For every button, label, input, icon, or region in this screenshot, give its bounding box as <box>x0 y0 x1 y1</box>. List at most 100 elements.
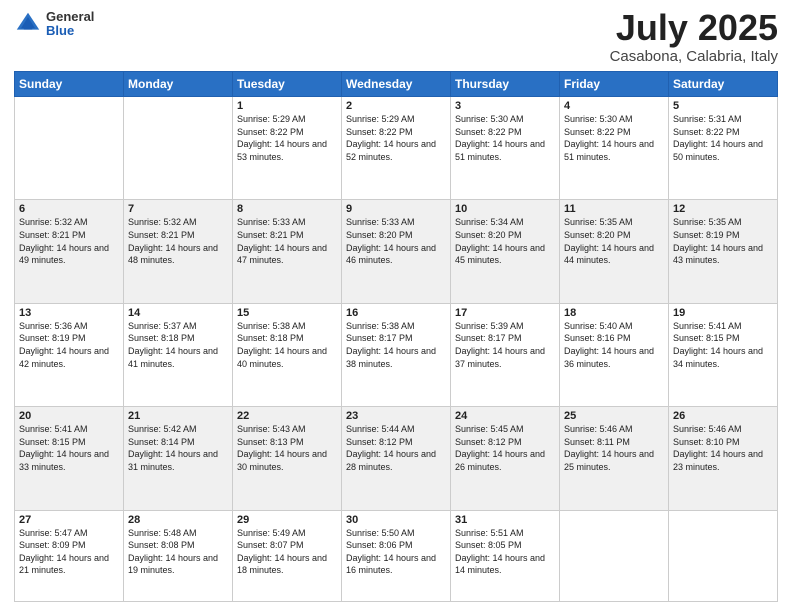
daylight-text: Daylight: 14 hours and 23 minutes. <box>673 449 763 472</box>
sunrise-text: Sunrise: 5:35 AM <box>564 217 633 227</box>
sunrise-text: Sunrise: 5:35 AM <box>673 217 742 227</box>
sunrise-text: Sunrise: 5:29 AM <box>346 114 415 124</box>
day-number: 18 <box>564 307 664 319</box>
daylight-text: Daylight: 14 hours and 53 minutes. <box>237 139 327 162</box>
daylight-text: Daylight: 14 hours and 33 minutes. <box>19 449 109 472</box>
table-row: 7 Sunrise: 5:32 AM Sunset: 8:21 PM Dayli… <box>124 200 233 303</box>
table-row: 2 Sunrise: 5:29 AM Sunset: 8:22 PM Dayli… <box>342 97 451 200</box>
table-row: 21 Sunrise: 5:42 AM Sunset: 8:14 PM Dayl… <box>124 407 233 510</box>
title-block: July 2025 Casabona, Calabria, Italy <box>610 10 778 65</box>
table-row: 23 Sunrise: 5:44 AM Sunset: 8:12 PM Dayl… <box>342 407 451 510</box>
day-number: 10 <box>455 203 555 215</box>
day-info: Sunrise: 5:30 AM Sunset: 8:22 PM Dayligh… <box>455 113 555 163</box>
day-info: Sunrise: 5:33 AM Sunset: 8:21 PM Dayligh… <box>237 216 337 266</box>
sunrise-text: Sunrise: 5:33 AM <box>237 217 306 227</box>
sunset-text: Sunset: 8:17 PM <box>346 333 413 343</box>
daylight-text: Daylight: 14 hours and 36 minutes. <box>564 346 654 369</box>
day-info: Sunrise: 5:46 AM Sunset: 8:10 PM Dayligh… <box>673 423 773 473</box>
sunset-text: Sunset: 8:22 PM <box>564 127 631 137</box>
day-info: Sunrise: 5:44 AM Sunset: 8:12 PM Dayligh… <box>346 423 446 473</box>
daylight-text: Daylight: 14 hours and 50 minutes. <box>673 139 763 162</box>
sunrise-text: Sunrise: 5:37 AM <box>128 321 197 331</box>
sunset-text: Sunset: 8:12 PM <box>455 437 522 447</box>
daylight-text: Daylight: 14 hours and 26 minutes. <box>455 449 545 472</box>
day-number: 23 <box>346 410 446 422</box>
sunrise-text: Sunrise: 5:31 AM <box>673 114 742 124</box>
sunset-text: Sunset: 8:08 PM <box>128 540 195 550</box>
daylight-text: Daylight: 14 hours and 19 minutes. <box>128 553 218 576</box>
sunset-text: Sunset: 8:15 PM <box>673 333 740 343</box>
sunset-text: Sunset: 8:11 PM <box>564 437 630 447</box>
day-number: 8 <box>237 203 337 215</box>
daylight-text: Daylight: 14 hours and 46 minutes. <box>346 243 436 266</box>
sunrise-text: Sunrise: 5:48 AM <box>128 528 197 538</box>
sunset-text: Sunset: 8:06 PM <box>346 540 413 550</box>
table-row: 20 Sunrise: 5:41 AM Sunset: 8:15 PM Dayl… <box>15 407 124 510</box>
sunset-text: Sunset: 8:21 PM <box>19 230 86 240</box>
sunrise-text: Sunrise: 5:33 AM <box>346 217 415 227</box>
sunset-text: Sunset: 8:22 PM <box>237 127 304 137</box>
logo-text: General Blue <box>46 10 94 39</box>
day-info: Sunrise: 5:42 AM Sunset: 8:14 PM Dayligh… <box>128 423 228 473</box>
daylight-text: Daylight: 14 hours and 34 minutes. <box>673 346 763 369</box>
table-row: 25 Sunrise: 5:46 AM Sunset: 8:11 PM Dayl… <box>560 407 669 510</box>
daylight-text: Daylight: 14 hours and 38 minutes. <box>346 346 436 369</box>
sunrise-text: Sunrise: 5:29 AM <box>237 114 306 124</box>
daylight-text: Daylight: 14 hours and 28 minutes. <box>346 449 436 472</box>
sunrise-text: Sunrise: 5:41 AM <box>19 424 88 434</box>
logo-general-text: General <box>46 10 94 24</box>
day-number: 21 <box>128 410 228 422</box>
calendar-table: Sunday Monday Tuesday Wednesday Thursday… <box>14 71 778 602</box>
day-number: 7 <box>128 203 228 215</box>
table-row: 8 Sunrise: 5:33 AM Sunset: 8:21 PM Dayli… <box>233 200 342 303</box>
day-info: Sunrise: 5:48 AM Sunset: 8:08 PM Dayligh… <box>128 527 228 577</box>
table-row: 16 Sunrise: 5:38 AM Sunset: 8:17 PM Dayl… <box>342 303 451 406</box>
day-info: Sunrise: 5:32 AM Sunset: 8:21 PM Dayligh… <box>19 216 119 266</box>
sunset-text: Sunset: 8:20 PM <box>455 230 522 240</box>
table-row: 11 Sunrise: 5:35 AM Sunset: 8:20 PM Dayl… <box>560 200 669 303</box>
day-info: Sunrise: 5:38 AM Sunset: 8:18 PM Dayligh… <box>237 320 337 370</box>
daylight-text: Daylight: 14 hours and 43 minutes. <box>673 243 763 266</box>
col-monday: Monday <box>124 72 233 97</box>
day-info: Sunrise: 5:41 AM Sunset: 8:15 PM Dayligh… <box>19 423 119 473</box>
day-info: Sunrise: 5:47 AM Sunset: 8:09 PM Dayligh… <box>19 527 119 577</box>
day-info: Sunrise: 5:29 AM Sunset: 8:22 PM Dayligh… <box>237 113 337 163</box>
day-number: 27 <box>19 514 119 526</box>
table-row: 3 Sunrise: 5:30 AM Sunset: 8:22 PM Dayli… <box>451 97 560 200</box>
sunrise-text: Sunrise: 5:41 AM <box>673 321 742 331</box>
table-row: 31 Sunrise: 5:51 AM Sunset: 8:05 PM Dayl… <box>451 510 560 601</box>
table-row: 9 Sunrise: 5:33 AM Sunset: 8:20 PM Dayli… <box>342 200 451 303</box>
table-row: 29 Sunrise: 5:49 AM Sunset: 8:07 PM Dayl… <box>233 510 342 601</box>
col-friday: Friday <box>560 72 669 97</box>
daylight-text: Daylight: 14 hours and 44 minutes. <box>564 243 654 266</box>
day-info: Sunrise: 5:33 AM Sunset: 8:20 PM Dayligh… <box>346 216 446 266</box>
day-number: 17 <box>455 307 555 319</box>
day-info: Sunrise: 5:30 AM Sunset: 8:22 PM Dayligh… <box>564 113 664 163</box>
sunset-text: Sunset: 8:15 PM <box>19 437 86 447</box>
sunrise-text: Sunrise: 5:46 AM <box>564 424 633 434</box>
table-row: 26 Sunrise: 5:46 AM Sunset: 8:10 PM Dayl… <box>669 407 778 510</box>
day-number: 25 <box>564 410 664 422</box>
col-saturday: Saturday <box>669 72 778 97</box>
table-row <box>560 510 669 601</box>
sunset-text: Sunset: 8:22 PM <box>455 127 522 137</box>
table-row: 10 Sunrise: 5:34 AM Sunset: 8:20 PM Dayl… <box>451 200 560 303</box>
daylight-text: Daylight: 14 hours and 14 minutes. <box>455 553 545 576</box>
header: General Blue July 2025 Casabona, Calabri… <box>14 10 778 65</box>
sunset-text: Sunset: 8:19 PM <box>673 230 740 240</box>
day-number: 15 <box>237 307 337 319</box>
day-info: Sunrise: 5:51 AM Sunset: 8:05 PM Dayligh… <box>455 527 555 577</box>
col-thursday: Thursday <box>451 72 560 97</box>
col-wednesday: Wednesday <box>342 72 451 97</box>
daylight-text: Daylight: 14 hours and 52 minutes. <box>346 139 436 162</box>
sunset-text: Sunset: 8:20 PM <box>346 230 413 240</box>
sunset-text: Sunset: 8:21 PM <box>237 230 304 240</box>
sunrise-text: Sunrise: 5:43 AM <box>237 424 306 434</box>
logo: General Blue <box>14 10 94 39</box>
calendar-week-row: 20 Sunrise: 5:41 AM Sunset: 8:15 PM Dayl… <box>15 407 778 510</box>
day-number: 20 <box>19 410 119 422</box>
day-number: 26 <box>673 410 773 422</box>
sunset-text: Sunset: 8:21 PM <box>128 230 195 240</box>
day-number: 1 <box>237 100 337 112</box>
sunrise-text: Sunrise: 5:47 AM <box>19 528 88 538</box>
